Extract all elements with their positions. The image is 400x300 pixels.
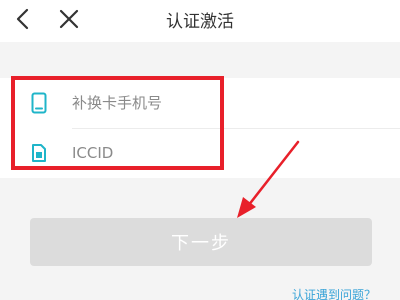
iccid-row: [0, 128, 400, 178]
close-icon: [59, 9, 79, 29]
activation-form: [0, 78, 400, 178]
next-step-button[interactable]: 下一步: [30, 218, 372, 266]
back-arrow-icon: [16, 8, 29, 30]
sim-card-icon: [30, 92, 48, 114]
help-link[interactable]: 认证遇到问题？: [292, 286, 376, 300]
iccid-chip-icon: [30, 142, 48, 164]
close-button[interactable]: [52, 2, 86, 36]
iccid-input[interactable]: [72, 140, 372, 166]
phone-row: [0, 78, 400, 128]
phone-input[interactable]: [72, 90, 372, 116]
header-bar: 认证激活: [0, 0, 400, 42]
back-button[interactable]: [6, 2, 40, 36]
